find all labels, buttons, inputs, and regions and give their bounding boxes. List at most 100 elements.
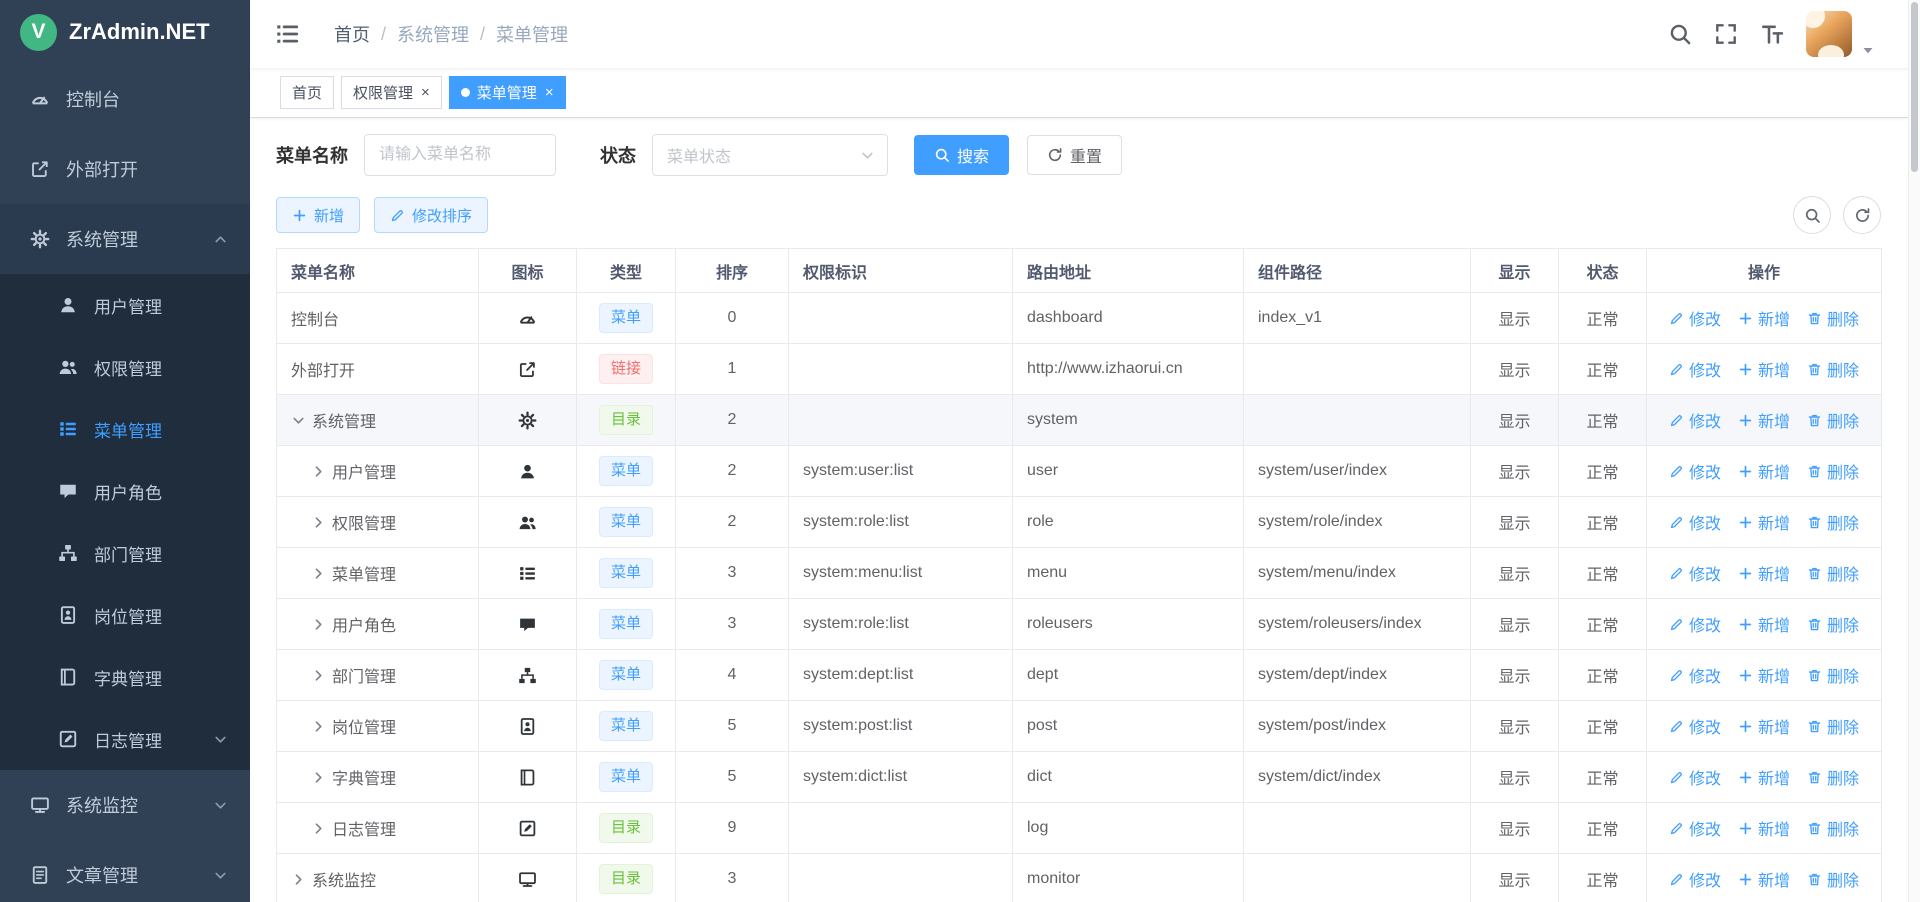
- user-avatar[interactable]: [1806, 11, 1852, 57]
- breadcrumb-item[interactable]: 系统管理: [397, 21, 469, 47]
- add-button[interactable]: 新增: [276, 197, 360, 233]
- row-add-button[interactable]: 新增: [1738, 867, 1790, 891]
- expand-row-icon[interactable]: [291, 872, 306, 887]
- sidebar-item[interactable]: 文章管理: [0, 840, 250, 902]
- sidebar-toggle-button[interactable]: [274, 21, 300, 47]
- tab-close-icon[interactable]: ×: [545, 85, 554, 100]
- reset-button[interactable]: 重置: [1027, 135, 1122, 175]
- breadcrumb-item[interactable]: 首页: [334, 21, 370, 47]
- search-button[interactable]: 搜索: [914, 135, 1009, 175]
- expand-row-icon[interactable]: [311, 668, 326, 683]
- collapse-row-icon[interactable]: [291, 413, 306, 428]
- row-delete-button[interactable]: 删除: [1807, 816, 1859, 840]
- sidebar-item[interactable]: 系统管理: [0, 204, 250, 274]
- row-edit-button[interactable]: 修改: [1669, 765, 1721, 789]
- row-add-button[interactable]: 新增: [1738, 561, 1790, 585]
- table-row[interactable]: 用户角色菜单3system:role:listroleuserssystem/r…: [277, 599, 1882, 650]
- row-delete-button[interactable]: 删除: [1807, 306, 1859, 330]
- cell-actions: 修改新增删除: [1647, 854, 1882, 902]
- sidebar-subitem[interactable]: 菜单管理: [0, 398, 250, 460]
- tab-close-icon[interactable]: ×: [421, 85, 430, 100]
- status-select[interactable]: 菜单状态: [652, 134, 888, 176]
- scrollbar-thumb[interactable]: [1911, 2, 1918, 172]
- table-row[interactable]: 系统管理目录2system显示正常修改新增删除: [277, 395, 1882, 446]
- expand-row-icon[interactable]: [311, 464, 326, 479]
- row-add-button[interactable]: 新增: [1738, 510, 1790, 534]
- row-edit-button[interactable]: 修改: [1669, 816, 1721, 840]
- row-delete-button[interactable]: 删除: [1807, 459, 1859, 483]
- sidebar-subitem[interactable]: 用户管理: [0, 274, 250, 336]
- menu-name-input[interactable]: [364, 134, 556, 176]
- table-row[interactable]: 外部打开链接1http://www.izhaorui.cn显示正常修改新增删除: [277, 344, 1882, 395]
- table-row[interactable]: 字典管理菜单5system:dict:listdictsystem/dict/i…: [277, 752, 1882, 803]
- sidebar-item[interactable]: 控制台: [0, 64, 250, 134]
- row-edit-button[interactable]: 修改: [1669, 663, 1721, 687]
- row-edit-button[interactable]: 修改: [1669, 459, 1721, 483]
- row-add-button[interactable]: 新增: [1738, 357, 1790, 381]
- row-add-button[interactable]: 新增: [1738, 459, 1790, 483]
- row-add-button[interactable]: 新增: [1738, 714, 1790, 738]
- header-search-button[interactable]: [1668, 22, 1692, 46]
- sidebar-item[interactable]: 外部打开: [0, 134, 250, 204]
- table-row[interactable]: 菜单管理菜单3system:menu:listmenusystem/menu/i…: [277, 548, 1882, 599]
- expand-row-icon[interactable]: [311, 617, 326, 632]
- sidebar-subitem[interactable]: 用户角色: [0, 460, 250, 522]
- table-row[interactable]: 日志管理目录9log显示正常修改新增删除: [277, 803, 1882, 854]
- row-delete-button[interactable]: 删除: [1807, 867, 1859, 891]
- row-delete-button[interactable]: 删除: [1807, 510, 1859, 534]
- cell-visible: 显示: [1471, 293, 1559, 344]
- row-edit-button[interactable]: 修改: [1669, 306, 1721, 330]
- font-size-button[interactable]: [1760, 22, 1784, 46]
- cell-actions: 修改新增删除: [1647, 395, 1882, 446]
- table-row[interactable]: 用户管理菜单2system:user:listusersystem/user/i…: [277, 446, 1882, 497]
- tab[interactable]: 权限管理×: [341, 76, 442, 109]
- row-add-button[interactable]: 新增: [1738, 663, 1790, 687]
- toggle-search-button[interactable]: [1793, 196, 1831, 234]
- sidebar-subitem[interactable]: 字典管理: [0, 646, 250, 708]
- page-scrollbar[interactable]: [1908, 0, 1920, 902]
- row-add-button[interactable]: 新增: [1738, 816, 1790, 840]
- expand-row-icon[interactable]: [311, 821, 326, 836]
- row-add-button[interactable]: 新增: [1738, 306, 1790, 330]
- row-add-button[interactable]: 新增: [1738, 408, 1790, 432]
- expand-row-icon[interactable]: [311, 770, 326, 785]
- row-delete-button[interactable]: 删除: [1807, 612, 1859, 636]
- cell-name: 日志管理: [277, 803, 479, 854]
- row-edit-button[interactable]: 修改: [1669, 612, 1721, 636]
- sidebar-subitem[interactable]: 权限管理: [0, 336, 250, 398]
- row-delete-button[interactable]: 删除: [1807, 408, 1859, 432]
- expand-row-icon[interactable]: [311, 719, 326, 734]
- fullscreen-button[interactable]: [1714, 22, 1738, 46]
- row-delete-button[interactable]: 删除: [1807, 714, 1859, 738]
- table-row[interactable]: 部门管理菜单4system:dept:listdeptsystem/dept/i…: [277, 650, 1882, 701]
- tab[interactable]: 首页: [280, 76, 334, 109]
- table-row[interactable]: 岗位管理菜单5system:post:listpostsystem/post/i…: [277, 701, 1882, 752]
- row-edit-button[interactable]: 修改: [1669, 867, 1721, 891]
- table-row[interactable]: 系统监控目录3monitor显示正常修改新增删除: [277, 854, 1882, 902]
- tab[interactable]: 菜单管理×: [449, 76, 566, 109]
- expand-row-icon[interactable]: [311, 566, 326, 581]
- row-delete-button[interactable]: 删除: [1807, 765, 1859, 789]
- row-edit-button[interactable]: 修改: [1669, 714, 1721, 738]
- row-delete-button[interactable]: 删除: [1807, 357, 1859, 381]
- sort-button[interactable]: 修改排序: [374, 197, 488, 233]
- row-edit-button[interactable]: 修改: [1669, 357, 1721, 381]
- table-row[interactable]: 控制台菜单0dashboardindex_v1显示正常修改新增删除: [277, 293, 1882, 344]
- sidebar-item[interactable]: 系统监控: [0, 770, 250, 840]
- sidebar-subitem[interactable]: 岗位管理: [0, 584, 250, 646]
- row-action-label: 修改: [1689, 408, 1721, 432]
- row-delete-button[interactable]: 删除: [1807, 663, 1859, 687]
- table-row[interactable]: 权限管理菜单2system:role:listrolesystem/role/i…: [277, 497, 1882, 548]
- sidebar-subitem[interactable]: 日志管理: [0, 708, 250, 770]
- row-edit-button[interactable]: 修改: [1669, 561, 1721, 585]
- app-logo[interactable]: V ZrAdmin.NET: [0, 0, 250, 64]
- row-delete-button[interactable]: 删除: [1807, 561, 1859, 585]
- sidebar-subitem[interactable]: 部门管理: [0, 522, 250, 584]
- user-menu-caret-icon[interactable]: [1860, 42, 1876, 58]
- row-edit-button[interactable]: 修改: [1669, 510, 1721, 534]
- row-edit-button[interactable]: 修改: [1669, 408, 1721, 432]
- row-add-button[interactable]: 新增: [1738, 765, 1790, 789]
- expand-row-icon[interactable]: [311, 515, 326, 530]
- row-add-button[interactable]: 新增: [1738, 612, 1790, 636]
- refresh-table-button[interactable]: [1843, 196, 1881, 234]
